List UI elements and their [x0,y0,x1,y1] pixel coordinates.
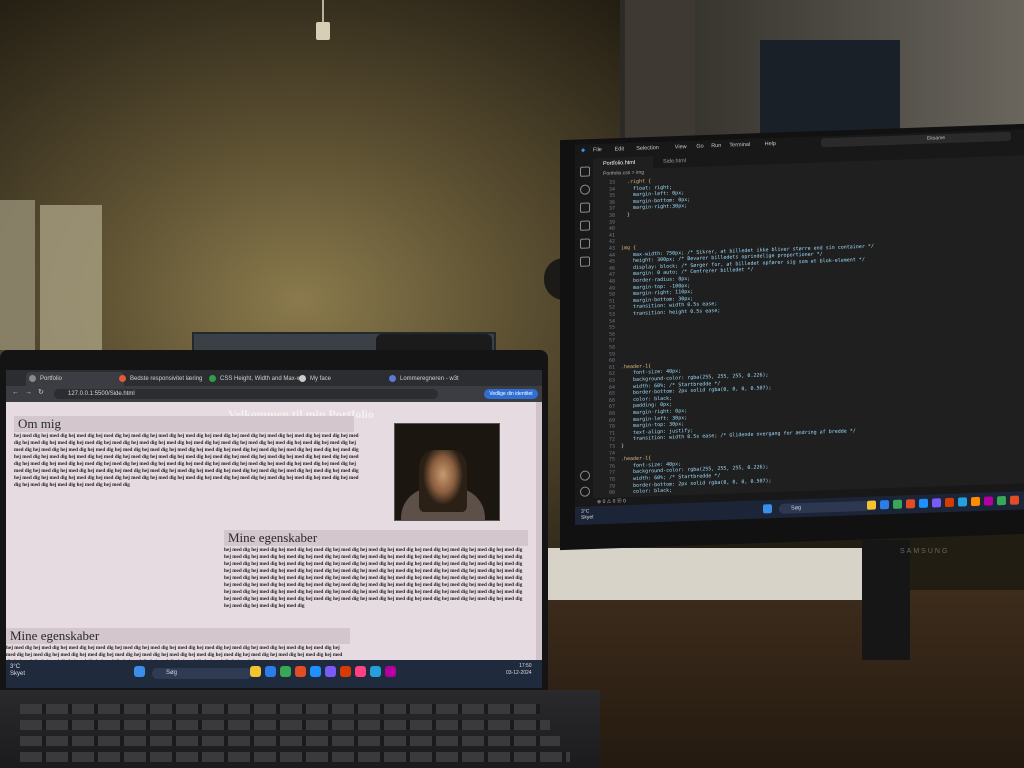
nav-buttons[interactable]: ←→↻ [12,388,50,396]
extensions-icon[interactable] [580,238,590,249]
ceiling-hook [316,22,330,40]
monitor-brand: SAMSUNG [900,548,950,555]
tab-favicon-icon [389,375,396,382]
taskbar-app-icon[interactable] [310,666,321,677]
tab-favicon-icon [119,375,126,382]
run-debug-icon[interactable] [580,220,590,231]
taskbar-app-icon[interactable] [355,666,366,677]
browser-tab[interactable]: CSS Height, Width and Max-w... [206,372,304,386]
browser-tab[interactable]: Portfolio [26,372,124,386]
weather-desc: Skyet [10,671,26,677]
account-icon[interactable] [580,470,590,481]
taskbar-app-icon[interactable] [906,499,915,509]
menu-item-go[interactable]: Go [696,144,703,150]
monitor-screen: ◆ File Edit Selection View Go Run Terminal Help… [575,129,1024,526]
portfolio-page: Velkommen til min Portfolio Om mig hej m… [6,402,542,660]
search-icon[interactable] [580,184,590,195]
taskbar-app-icon[interactable] [867,500,876,510]
weather-widget[interactable]: 3°C Skyet [10,664,25,678]
tab-favicon-icon [29,375,36,382]
windows-start-icon[interactable] [134,666,145,677]
section-text-about: hej med dig hej med dig hej med dig hej … [14,433,359,488]
menu-item-selection[interactable]: Selection [636,145,659,152]
section-heading-skills: Mine egenskaber [224,530,528,546]
url-bar[interactable]: 127.0.0.1:5500/Side.html [54,389,438,399]
monitor-stand [862,540,910,660]
laptop-keyboard [0,690,600,768]
browser-tab-label: Lommeregneren - w3t [400,376,459,382]
taskbar-app-icon[interactable] [265,666,276,677]
taskbar-app-icon[interactable] [250,666,261,677]
weather-widget[interactable]: 3°C Skyet [581,508,594,520]
browser-tab[interactable]: Lommeregneren - w3t [386,372,484,386]
taskbar-app-icon[interactable] [997,495,1006,506]
windows-start-icon[interactable] [763,504,772,514]
code-line[interactable]: img { [621,245,636,252]
tab-favicon-icon [209,375,216,382]
page-scrollbar[interactable] [536,402,542,660]
taskbar-app-icon[interactable] [945,497,954,508]
taskbar-app-icon[interactable] [280,666,291,677]
taskbar-app-icon[interactable] [370,666,381,677]
settings-gear-icon[interactable] [580,486,590,497]
taskbar-app-icon[interactable] [971,496,980,507]
taskbar-app-icon[interactable] [1010,495,1019,505]
code-editor[interactable]: 33 .right {34 float: right; 35 margin-lef… [593,164,1024,497]
desk [540,590,1024,768]
taskbar-app-icon[interactable] [932,498,941,508]
browser-tab-label: Bedste responsivitet læring [130,376,203,382]
weather-temp: 3°C [10,664,21,670]
browser-tabbar: Portfolio Bedste responsivitet læring CSS … [6,370,542,386]
taskbar-clock[interactable]: 17:50 03-12-2024 [506,663,532,677]
wall-poster [0,200,35,350]
activity-bar [575,158,593,499]
taskbar-app-icon[interactable] [295,666,306,677]
section-heading-skills-2: Mine egenskaber [6,628,350,644]
menu-item-edit[interactable]: Edit [615,146,624,152]
browser-tab[interactable]: My face [296,372,394,386]
menu-item-terminal[interactable]: Terminal [729,142,750,149]
section-heading-about: Om mig [14,416,354,432]
code-line[interactable]: } [621,443,624,449]
taskbar-search[interactable]: Søg [152,668,252,679]
section-text-skills-2: hej med dig hej med dig hej med dig hej … [6,645,343,660]
browser-tab-label: My face [310,376,332,382]
profile-photo [394,423,500,521]
remote-icon[interactable] [580,256,590,267]
wall-poster [40,205,102,355]
taskbar-app-icon[interactable] [958,497,967,507]
taskbar-app-icon[interactable] [984,496,993,506]
clock-time: 17:50 [519,663,532,669]
menu-item-file[interactable]: File [593,147,602,153]
menu-item-help[interactable]: Help [765,141,776,147]
explorer-icon[interactable] [580,166,590,177]
door-frame [625,0,695,140]
source-control-icon[interactable] [580,202,590,213]
taskbar-app-icon[interactable] [880,500,889,510]
browser-tab[interactable]: Bedste responsivitet læring [116,372,214,386]
taskbar-app-icon[interactable] [893,499,902,509]
browser-tab-label: CSS Height, Width and Max-w... [220,376,304,382]
clock-date: 03-12-2024 [506,670,532,676]
taskbar-app-icon[interactable] [325,666,336,677]
update-identity-button[interactable]: Vedlige din identitet [484,389,538,399]
code-line[interactable]: margin-right:30px; [621,203,687,211]
code-line[interactable]: } [621,212,630,218]
section-text-skills: hej med dig hej med dig hej med dig hej … [224,547,523,609]
weather-desc: Skyet [581,514,594,521]
taskbar-app-icon[interactable] [340,666,351,677]
ceiling-wire [322,0,324,22]
menu-item-run[interactable]: Run [711,143,721,149]
piano-keyboard [540,548,870,600]
taskbar-app-icon[interactable] [385,666,396,677]
browser-tab-label: Portfolio [40,376,63,382]
profile-face [419,450,467,512]
menu-item-view[interactable]: View [675,144,687,150]
tab-favicon-icon [299,375,306,382]
laptop-screen: Portfolio Bedste responsivitet læring CSS … [6,370,542,688]
vscode-logo-icon: ◆ [581,147,586,154]
taskbar-app-icon[interactable] [919,498,928,508]
